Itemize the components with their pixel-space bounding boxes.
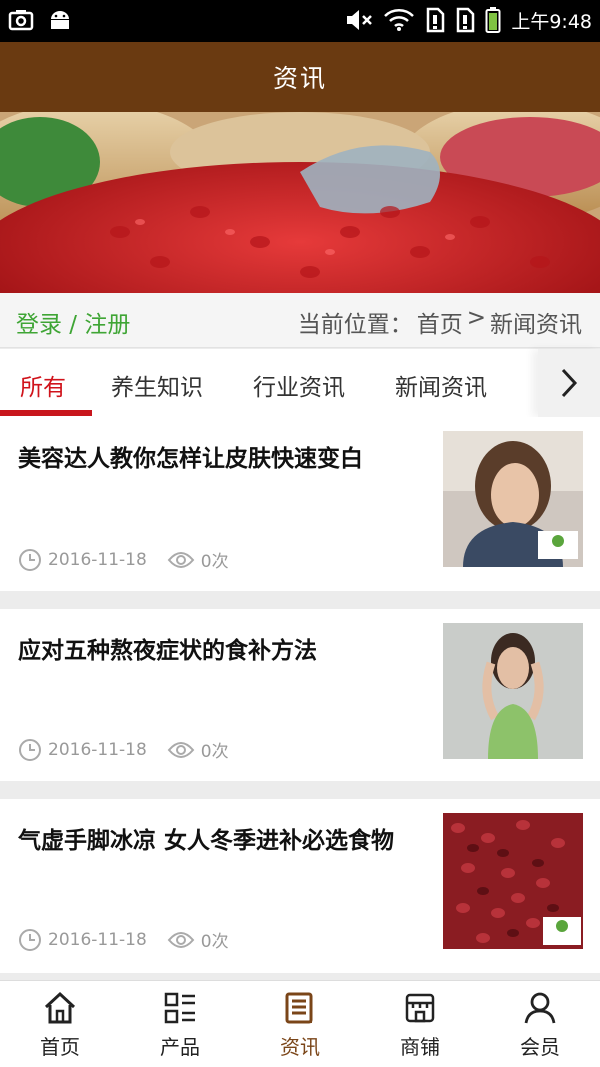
user-icon xyxy=(524,992,556,1024)
chevron-right-icon xyxy=(561,368,578,398)
article-thumbnail[interactable] xyxy=(443,431,583,567)
article-views: 0次 xyxy=(200,552,229,572)
sim-alert-icon-2 xyxy=(457,7,475,33)
android-icon xyxy=(51,11,69,29)
article-card[interactable]: 气虚手脚冰凉 女人冬季进补必选食物 2016-11-18 0次 xyxy=(0,799,600,973)
breadcrumb-label: 当前位置： xyxy=(297,312,413,338)
tab-industry-news[interactable]: 行业资讯 xyxy=(253,368,345,402)
category-tabs: 所有 养生知识 行业资讯 新闻资讯 xyxy=(0,349,600,417)
tab-all[interactable]: 所有 xyxy=(20,368,66,402)
home-icon xyxy=(44,991,76,1024)
eye-icon xyxy=(167,741,195,758)
status-bar: 上午9:48 xyxy=(0,0,600,42)
article-date: 2016-11-18 xyxy=(48,929,147,950)
active-tab-indicator xyxy=(0,410,92,416)
document-icon xyxy=(285,992,313,1024)
article-thumbnail[interactable] xyxy=(443,623,583,759)
nav-member[interactable]: 会员 xyxy=(480,981,600,1067)
eye-icon xyxy=(167,931,195,948)
tabs-scroll-right-button[interactable] xyxy=(538,349,600,417)
nav-stores-label: 商铺 xyxy=(400,1035,440,1059)
tab-health-knowledge[interactable]: 养生知识 xyxy=(111,368,203,402)
article-meta: 2016-11-18 0次 xyxy=(18,737,229,762)
breadcrumb-home[interactable]: 首页 xyxy=(417,305,463,339)
mute-icon xyxy=(347,10,373,30)
banner-image[interactable] xyxy=(0,112,600,293)
breadcrumb: 当前位置： 首页 > 新闻资讯 xyxy=(298,305,582,339)
login-register-link[interactable]: 登录 / 注册 xyxy=(16,305,130,339)
article-thumbnail[interactable] xyxy=(443,813,583,949)
grid-list-icon xyxy=(164,992,195,1024)
clock: 上午9:48 xyxy=(511,10,592,33)
breadcrumb-separator: > xyxy=(466,305,486,331)
bottom-navigation: 首页 产品 资讯 商铺 会员 xyxy=(0,980,600,1067)
battery-icon xyxy=(485,7,501,33)
tab-news[interactable]: 新闻资讯 xyxy=(395,368,487,402)
eye-icon xyxy=(167,551,195,568)
clock-icon xyxy=(19,738,41,761)
wifi-icon xyxy=(384,9,415,31)
article-views: 0次 xyxy=(200,932,229,952)
nav-products[interactable]: 产品 xyxy=(120,981,240,1067)
nav-home-label: 首页 xyxy=(40,1035,80,1059)
article-card[interactable]: 美容达人教你怎样让皮肤快速变白 2016-11-18 0次 xyxy=(0,417,600,591)
article-date: 2016-11-18 xyxy=(48,739,147,760)
article-title[interactable]: 应对五种熬夜症状的食补方法 xyxy=(18,635,418,667)
article-card[interactable]: 应对五种熬夜症状的食补方法 2016-11-18 0次 xyxy=(0,609,600,781)
nav-home[interactable]: 首页 xyxy=(0,981,120,1067)
nav-products-label: 产品 xyxy=(160,1035,200,1059)
article-views: 0次 xyxy=(200,742,229,762)
nav-stores[interactable]: 商铺 xyxy=(360,981,480,1067)
article-title[interactable]: 美容达人教你怎样让皮肤快速变白 xyxy=(18,443,418,475)
nav-news-label: 资讯 xyxy=(280,1035,320,1059)
breadcrumb-current: 新闻资讯 xyxy=(490,312,582,338)
screenshot-icon xyxy=(8,10,34,31)
sim-alert-icon xyxy=(427,7,445,33)
article-title[interactable]: 气虚手脚冰凉 女人冬季进补必选食物 xyxy=(18,825,418,857)
app-header: 资讯 xyxy=(0,42,600,112)
clock-icon xyxy=(19,548,41,571)
article-meta: 2016-11-18 0次 xyxy=(18,547,229,572)
article-date: 2016-11-18 xyxy=(48,549,147,570)
store-icon xyxy=(405,993,435,1023)
nav-news[interactable]: 资讯 xyxy=(240,981,360,1067)
article-meta: 2016-11-18 0次 xyxy=(18,927,229,952)
clock-icon xyxy=(19,928,41,951)
nav-member-label: 会员 xyxy=(520,1035,560,1059)
breadcrumb-bar: 登录 / 注册 当前位置： 首页 > 新闻资讯 xyxy=(0,293,600,348)
page-title: 资讯 xyxy=(272,64,327,93)
